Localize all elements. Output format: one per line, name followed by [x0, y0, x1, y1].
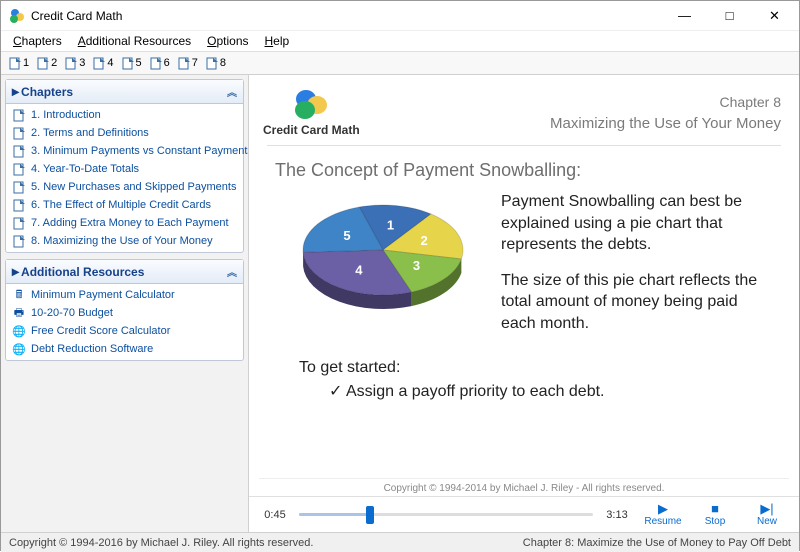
status-bar: Copyright © 1994-2016 by Michael J. Rile… [1, 532, 799, 552]
sidebar-chapter-5[interactable]: 5. New Purchases and Skipped Payments [6, 178, 243, 196]
resource-min-payment-calc[interactable]: 🖩Minimum Payment Calculator [6, 286, 243, 304]
slide-copyright: Copyright © 1994-2014 by Michael J. Rile… [259, 478, 789, 496]
resources-panel-header[interactable]: ▸ Additional Resources ︽ [6, 260, 243, 284]
getstart-title: To get started: [299, 359, 773, 377]
collapse-icon[interactable]: ︽ [227, 84, 237, 99]
sidebar-chapter-3[interactable]: 3. Minimum Payments vs Constant Payments [6, 142, 243, 160]
sidebar-chapter-1[interactable]: 1. Introduction [6, 106, 243, 124]
calculator-icon: 🖩 [12, 288, 26, 302]
menu-bar: Chapters Additional Resources Options He… [1, 31, 799, 51]
resume-button[interactable]: ▶Resume [641, 502, 685, 527]
toolbar-chapter-2[interactable]: 2 [33, 55, 60, 71]
chapter-toolbar: 1 2 3 4 5 6 7 8 [1, 51, 799, 75]
toolbar-chapter-7[interactable]: 7 [174, 55, 201, 71]
menu-chapters[interactable]: Chapters [5, 32, 70, 50]
chapters-panel: ▸ Chapters ︽ 1. Introduction 2. Terms an… [5, 79, 244, 253]
title-bar: Credit Card Math — □ ✕ [1, 1, 799, 31]
resources-panel-title: Additional Resources [21, 265, 227, 279]
chevron-right-icon: ▸ [12, 83, 21, 100]
app-icon [9, 8, 25, 24]
sidebar-chapter-8[interactable]: 8. Maximizing the Use of Your Money [6, 232, 243, 250]
toolbar-chapter-6[interactable]: 6 [146, 55, 173, 71]
resource-debt-reduction[interactable]: 🌐Debt Reduction Software [6, 340, 243, 358]
stop-icon: ■ [711, 502, 719, 516]
globe-icon: 🌐 [12, 324, 26, 338]
status-copyright: Copyright © 1994-2016 by Michael J. Rile… [9, 537, 523, 549]
seek-slider[interactable] [299, 506, 593, 524]
toolbar-chapter-5[interactable]: 5 [118, 55, 145, 71]
menu-help[interactable]: Help [257, 32, 298, 50]
new-button[interactable]: ▶|New [745, 502, 789, 527]
skip-icon: ▶| [760, 502, 773, 516]
toolbar-chapter-1[interactable]: 1 [5, 55, 32, 71]
svg-text:3: 3 [413, 258, 420, 273]
sidebar-chapter-6[interactable]: 6. The Effect of Multiple Credit Cards [6, 196, 243, 214]
menu-resources[interactable]: Additional Resources [70, 32, 199, 50]
toolbar-chapter-8[interactable]: 8 [202, 55, 229, 71]
minimize-button[interactable]: — [662, 2, 707, 30]
resource-credit-score-calc[interactable]: 🌐Free Credit Score Calculator [6, 322, 243, 340]
sidebar-chapter-2[interactable]: 2. Terms and Definitions [6, 124, 243, 142]
maximize-button[interactable]: □ [707, 2, 752, 30]
pie-chart: 12345 [283, 191, 483, 349]
status-chapter: Chapter 8: Maximize the Use of Money to … [523, 537, 791, 549]
section-title: The Concept of Payment Snowballing: [259, 146, 789, 191]
chapters-panel-header[interactable]: ▸ Chapters ︽ [6, 80, 243, 104]
svg-text:5: 5 [343, 228, 350, 243]
content-area: Credit Card Math Chapter 8 Maximizing th… [249, 75, 799, 532]
svg-text:2: 2 [421, 233, 428, 248]
globe-icon: 🌐 [12, 342, 26, 356]
chapter-title: Maximizing the Use of Your Money [360, 113, 781, 134]
time-total: 3:13 [601, 509, 633, 521]
sidebar-chapter-4[interactable]: 4. Year-To-Date Totals [6, 160, 243, 178]
toolbar-chapter-3[interactable]: 3 [61, 55, 88, 71]
stop-button[interactable]: ■Stop [693, 502, 737, 527]
body-text: Payment Snowballing can best be explaine… [501, 191, 761, 349]
collapse-icon[interactable]: ︽ [227, 264, 237, 279]
sidebar: ▸ Chapters ︽ 1. Introduction 2. Terms an… [1, 75, 249, 532]
time-elapsed: 0:45 [259, 509, 291, 521]
player-bar: 0:45 3:13 ▶Resume ■Stop ▶|New [249, 496, 799, 532]
close-button[interactable]: ✕ [752, 2, 797, 30]
chevron-right-icon: ▸ [12, 263, 21, 280]
svg-text:1: 1 [387, 218, 394, 233]
resource-budget[interactable]: 🖶10-20-70 Budget [6, 304, 243, 322]
chapters-panel-title: Chapters [21, 85, 227, 99]
window-title: Credit Card Math [31, 9, 662, 23]
play-icon: ▶ [658, 502, 668, 516]
getstart-item: ✓ Assign a payoff priority to each debt. [299, 377, 773, 401]
logo-text: Credit Card Math [263, 123, 360, 137]
app-logo: Credit Card Math [263, 87, 360, 137]
chapter-number: Chapter 8 [360, 93, 781, 113]
printer-icon: 🖶 [12, 306, 26, 320]
sidebar-chapter-7[interactable]: 7. Adding Extra Money to Each Payment [6, 214, 243, 232]
menu-options[interactable]: Options [199, 32, 256, 50]
svg-text:4: 4 [355, 263, 363, 278]
resources-panel: ▸ Additional Resources ︽ 🖩Minimum Paymen… [5, 259, 244, 361]
toolbar-chapter-4[interactable]: 4 [89, 55, 116, 71]
